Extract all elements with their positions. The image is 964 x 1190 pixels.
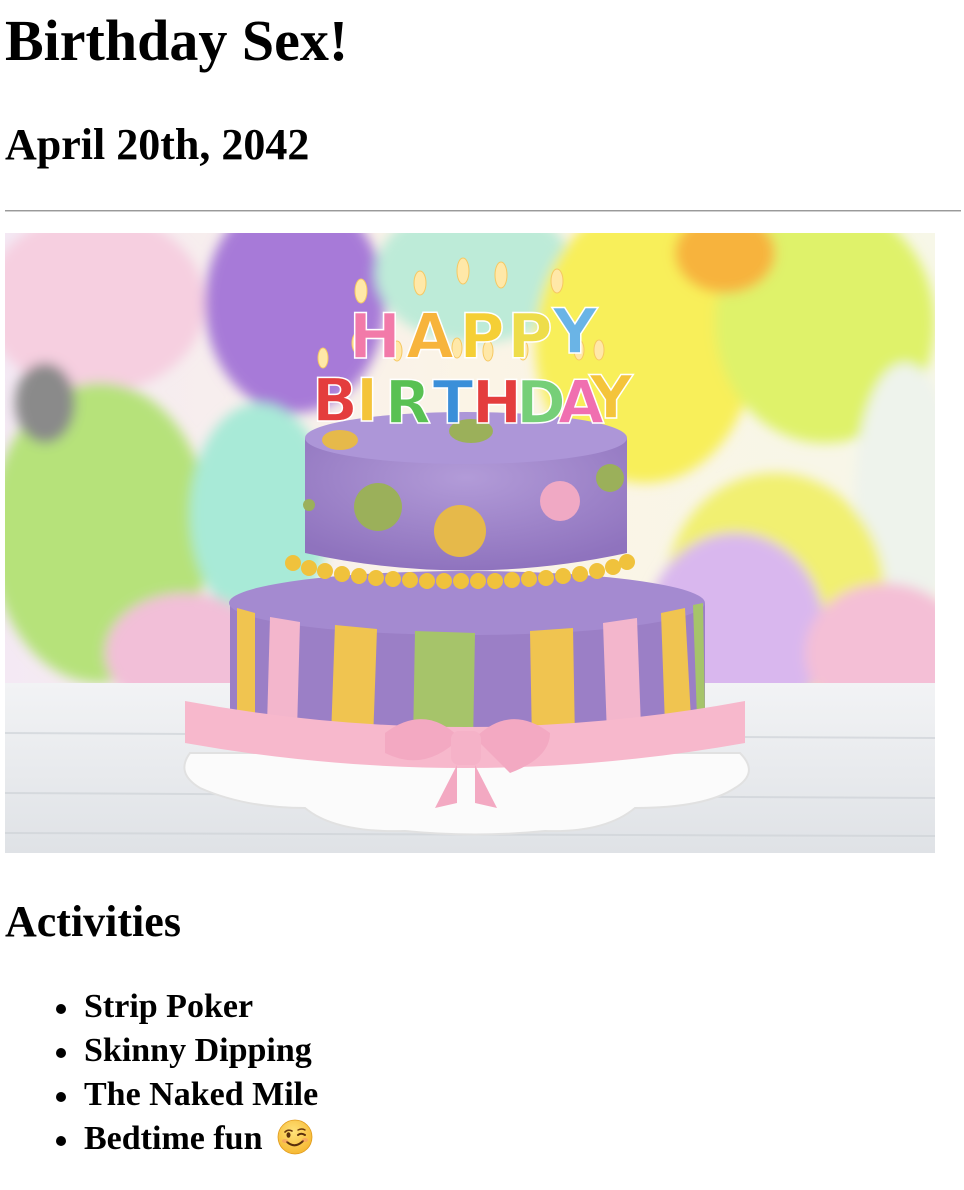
candle-letter: B	[312, 366, 358, 436]
activity-label: Bedtime fun	[84, 1120, 263, 1157]
candle-letter: Y	[588, 363, 634, 433]
activity-label: Skinny Dipping	[84, 1032, 312, 1069]
list-item: Bedtime fun	[0, 1117, 318, 1161]
candle-letter: H	[349, 300, 401, 373]
candle-letter: P	[459, 300, 504, 373]
candle-letter: A	[406, 300, 454, 373]
activities-heading: Activities	[5, 897, 181, 946]
bullet-icon	[56, 1092, 66, 1102]
horizontal-divider	[5, 210, 961, 212]
bullet-icon	[56, 1136, 66, 1146]
candle-letter: Y	[552, 295, 599, 368]
candle-letter: P	[507, 300, 552, 373]
list-item: Strip Poker	[0, 985, 318, 1029]
list-item: Skinny Dipping	[0, 1029, 318, 1073]
birthday-cake-image: H A P P Y B I R T H D A Y	[5, 233, 935, 853]
candle-letter: T	[433, 368, 474, 438]
event-date: April 20th, 2042	[5, 120, 310, 169]
activities-list: Strip Poker Skinny Dipping The Naked Mil…	[0, 985, 318, 1161]
candle-letter: R	[385, 368, 431, 438]
bullet-icon	[56, 1004, 66, 1014]
candle-letter: H	[472, 368, 522, 438]
list-item: The Naked Mile	[0, 1073, 318, 1117]
candle-letter: I	[356, 366, 378, 436]
winking-face-emoji-icon	[277, 1119, 313, 1155]
activity-label: The Naked Mile	[84, 1076, 319, 1113]
activity-label: Strip Poker	[84, 988, 254, 1025]
page-title: Birthday Sex!	[5, 8, 349, 73]
bullet-icon	[56, 1048, 66, 1058]
